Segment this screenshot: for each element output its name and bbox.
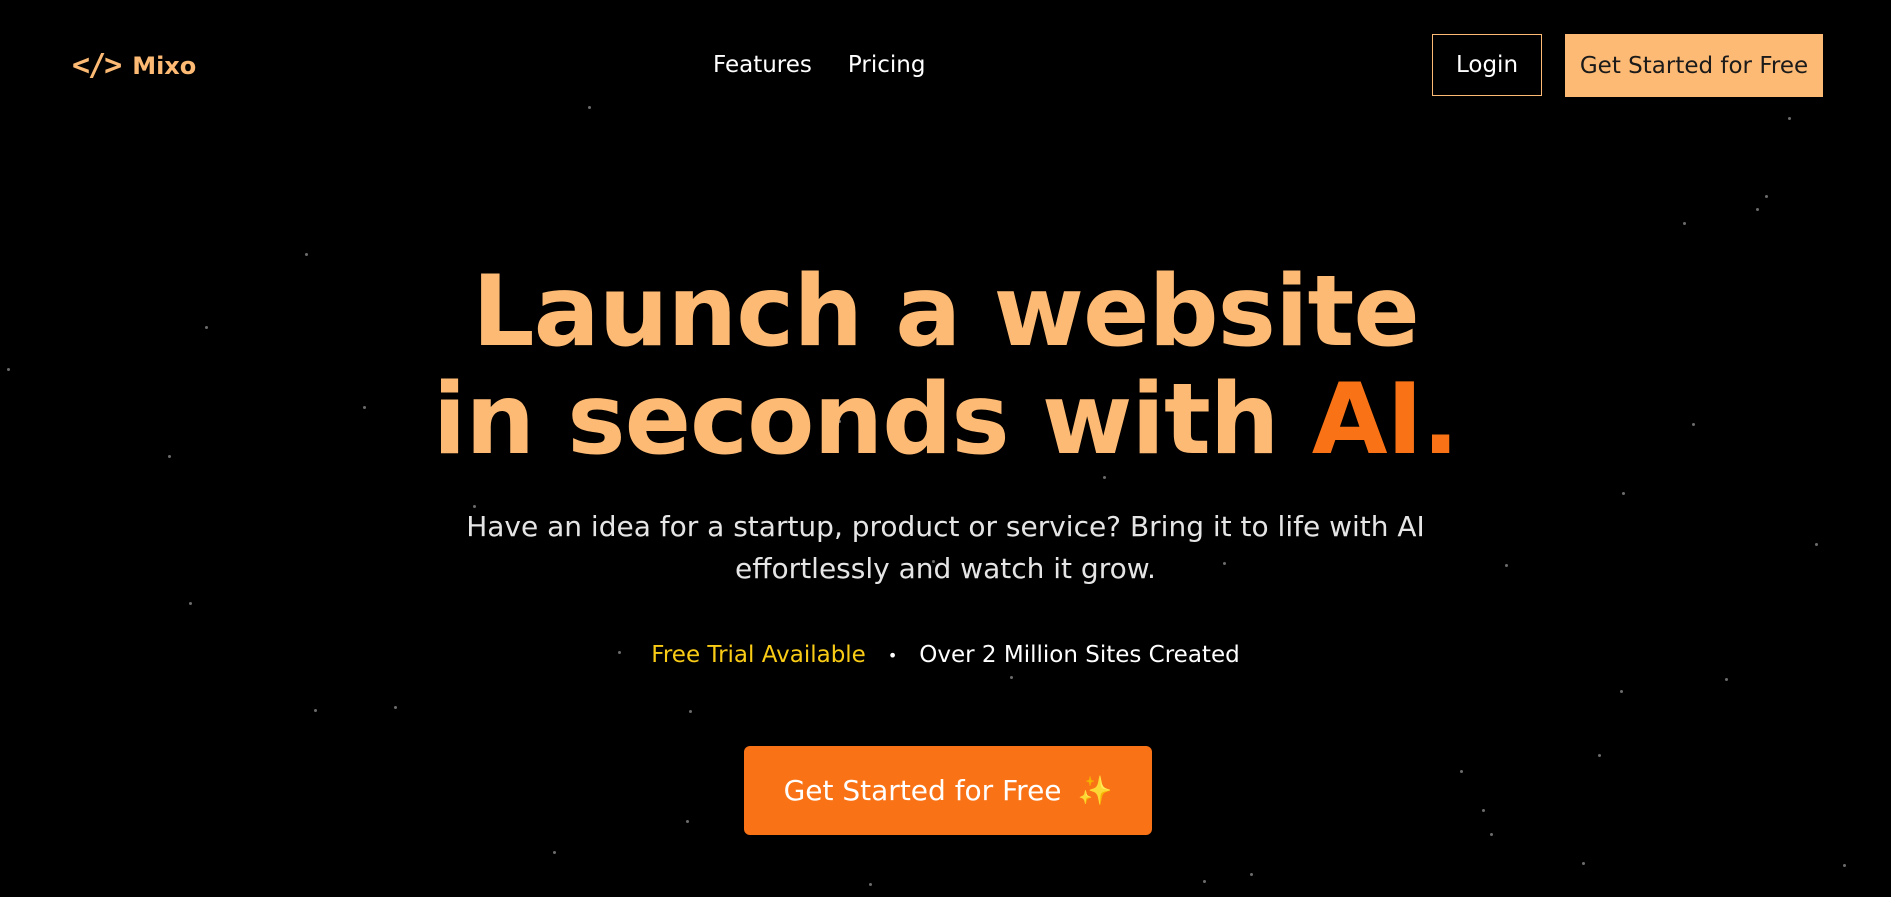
hero-stats: Free Trial Available • Over 2 Million Si… (0, 642, 1891, 668)
star-dot (1620, 690, 1623, 693)
star-dot (305, 253, 308, 256)
star-dot (686, 820, 689, 823)
hero-subtitle-line1: Have an idea for a startup, product or s… (466, 510, 1425, 543)
star-dot (1843, 864, 1846, 867)
star-dot (189, 602, 192, 605)
login-button[interactable]: Login (1432, 34, 1542, 96)
star-dot (1622, 492, 1625, 495)
star-dot (1598, 754, 1601, 757)
hero-title: Launch a website in seconds with AI. (0, 258, 1891, 474)
star-dot (1460, 770, 1463, 773)
header-get-started-button[interactable]: Get Started for Free (1565, 34, 1823, 97)
hero-cta-label: Get Started for Free (783, 774, 1062, 807)
star-dot (1250, 873, 1253, 876)
logo-text: Mixo (132, 51, 197, 80)
hero-title-line1: Launch a website (472, 255, 1420, 369)
star-dot (1010, 676, 1013, 679)
stats-separator: • (887, 645, 898, 665)
star-dot (1725, 678, 1728, 681)
hero-title-line2: in seconds with (432, 363, 1312, 477)
hero-get-started-button[interactable]: Get Started for Free ✨ (744, 746, 1152, 835)
free-trial-badge: Free Trial Available (651, 642, 866, 668)
code-brackets-icon: </> (72, 48, 122, 83)
hero-title-accent: AI. (1311, 363, 1460, 477)
star-dot (1765, 195, 1768, 198)
sparkles-icon: ✨ (1077, 774, 1113, 807)
logo-link[interactable]: </> Mixo (72, 48, 196, 83)
star-dot (553, 851, 556, 854)
hero-subtitle: Have an idea for a startup, product or s… (0, 506, 1891, 590)
star-dot (1203, 880, 1206, 883)
star-dot (1482, 809, 1485, 812)
main-nav: Features Pricing (713, 52, 925, 78)
star-dot (1788, 117, 1791, 120)
star-dot (314, 709, 317, 712)
star-dot (1582, 862, 1585, 865)
nav-link-pricing[interactable]: Pricing (848, 52, 926, 78)
star-dot (1490, 833, 1493, 836)
sites-created-stat: Over 2 Million Sites Created (919, 642, 1240, 668)
hero-subtitle-line2: effortlessly and watch it grow. (735, 552, 1156, 585)
nav-link-features[interactable]: Features (713, 52, 812, 78)
star-dot (394, 706, 397, 709)
star-dot (1756, 208, 1759, 211)
star-dot (1683, 222, 1686, 225)
star-dot (869, 883, 872, 886)
star-dot (689, 710, 692, 713)
star-dot (588, 106, 591, 109)
